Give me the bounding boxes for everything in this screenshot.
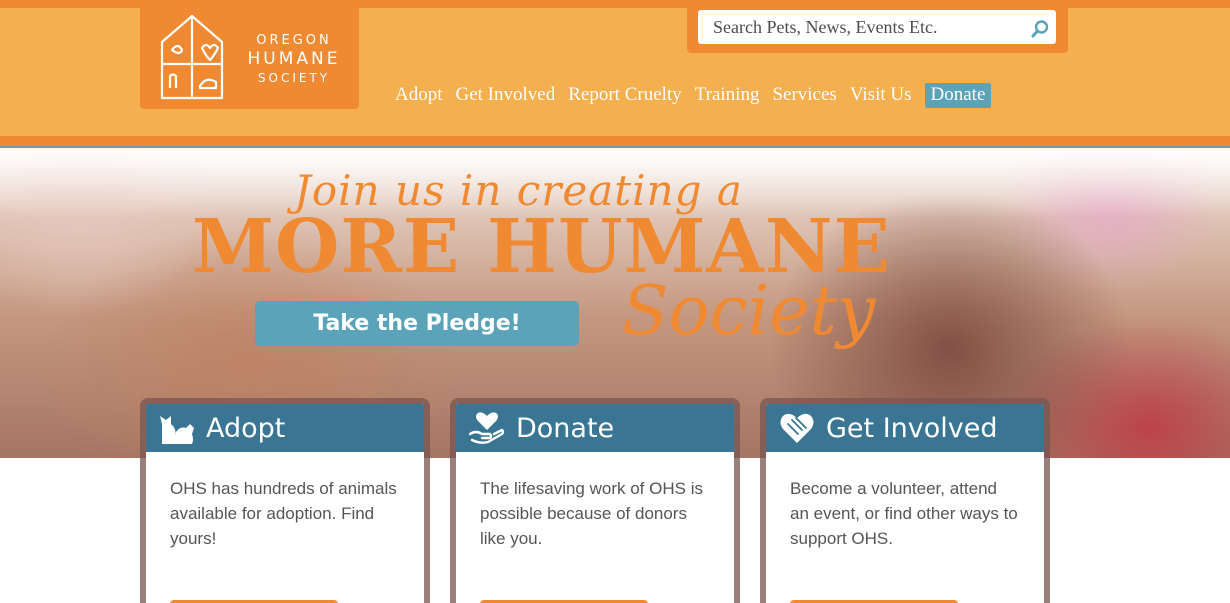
adopt-card-title: Adopt bbox=[206, 412, 286, 444]
get-involved-card-title: Get Involved bbox=[826, 412, 998, 444]
heart-hand-icon bbox=[468, 410, 506, 446]
header-bottom-strip bbox=[0, 136, 1230, 146]
logo-line-oregon: OREGON bbox=[256, 33, 332, 48]
nav-item-donate[interactable]: Donate bbox=[924, 82, 992, 108]
hero-tagline-society: Society bbox=[622, 272, 876, 351]
logo-line-society: SOCIETY bbox=[257, 71, 331, 85]
get-involved-card-header[interactable]: Get Involved bbox=[766, 404, 1044, 452]
search-icon[interactable] bbox=[1030, 19, 1050, 39]
search-input[interactable] bbox=[698, 10, 1056, 44]
main-nav: Adopt Get Involved Report Cruelty Traini… bbox=[395, 82, 992, 108]
nav-item-visit-us[interactable]: Visit Us bbox=[850, 84, 912, 106]
nav-item-report-cruelty[interactable]: Report Cruelty bbox=[568, 84, 681, 106]
cat-dog-icon bbox=[158, 410, 196, 446]
get-involved-card-panel: Get Involved Become a volunteer, attend … bbox=[766, 404, 1044, 603]
hands-heart-icon bbox=[778, 410, 816, 446]
donate-card-header[interactable]: Donate bbox=[456, 404, 734, 452]
adopt-card[interactable]: Adopt OHS has hundreds of animals availa… bbox=[140, 398, 430, 603]
nav-item-adopt[interactable]: Adopt bbox=[395, 84, 443, 106]
get-involved-card[interactable]: Get Involved Become a volunteer, attend … bbox=[760, 398, 1050, 603]
nav-item-get-involved[interactable]: Get Involved bbox=[456, 84, 556, 106]
adopt-card-header[interactable]: Adopt bbox=[146, 404, 424, 452]
take-pledge-button[interactable]: Take the Pledge! bbox=[255, 301, 579, 346]
adopt-card-panel: Adopt OHS has hundreds of animals availa… bbox=[146, 404, 424, 603]
search-container bbox=[687, 6, 1068, 53]
nav-item-services[interactable]: Services bbox=[772, 84, 836, 106]
donate-card-title: Donate bbox=[516, 412, 615, 444]
house-logo-icon bbox=[160, 14, 224, 100]
site-logo[interactable]: OREGON HUMANE SOCIETY bbox=[140, 8, 359, 109]
adopt-card-text: OHS has hundreds of animals available fo… bbox=[170, 479, 397, 548]
logo-line-humane: HUMANE bbox=[247, 49, 341, 69]
get-involved-card-text: Become a volunteer, attend an event, or … bbox=[790, 479, 1018, 548]
nav-item-training[interactable]: Training bbox=[695, 84, 760, 106]
donate-card-text: The lifesaving work of OHS is possible b… bbox=[480, 479, 703, 548]
donate-card-panel: Donate The lifesaving work of OHS is pos… bbox=[456, 404, 734, 603]
donate-card[interactable]: Donate The lifesaving work of OHS is pos… bbox=[450, 398, 740, 603]
logo-wordmark: OREGON HUMANE SOCIETY bbox=[236, 34, 352, 84]
